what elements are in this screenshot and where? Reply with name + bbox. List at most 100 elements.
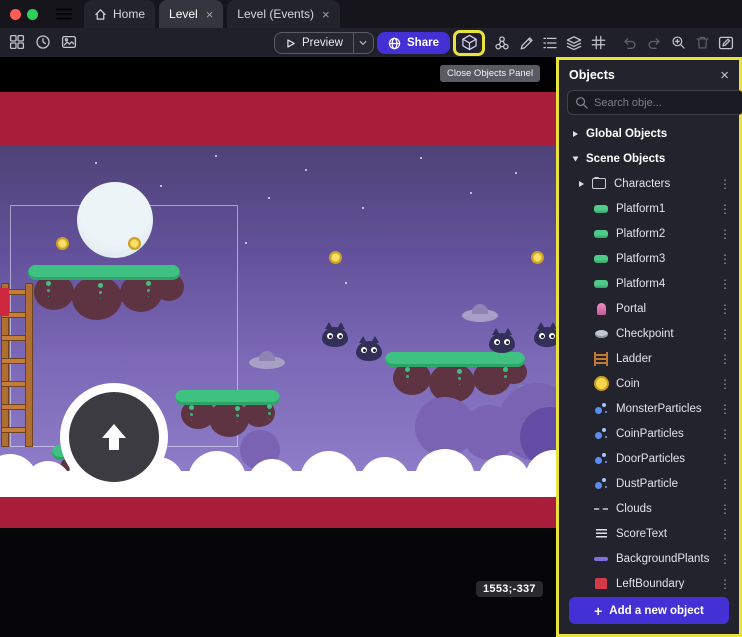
kebab-menu-icon[interactable] — [719, 177, 731, 191]
kebab-menu-icon[interactable] — [719, 427, 731, 441]
moon-sprite — [77, 182, 153, 258]
properties-list-button[interactable] — [539, 32, 561, 54]
object-groups-button[interactable] — [491, 32, 513, 54]
star — [215, 155, 217, 157]
object-label: Characters — [614, 178, 712, 190]
close-icon[interactable] — [720, 68, 729, 83]
kebab-menu-icon[interactable] — [719, 352, 731, 366]
object-label: Coin — [616, 378, 712, 390]
globe-icon — [388, 37, 401, 50]
vine — [46, 281, 51, 286]
maximize-window-button[interactable] — [27, 9, 38, 20]
object-item[interactable]: MonsterParticles — [559, 396, 739, 421]
panel-edit-button[interactable] — [715, 32, 737, 54]
kebab-menu-icon[interactable] — [719, 577, 731, 590]
grass-top — [385, 352, 525, 367]
chevron-right-icon[interactable] — [579, 181, 584, 187]
edit-icon — [519, 35, 534, 50]
object-item[interactable]: Clouds — [559, 496, 739, 521]
monster-sprite — [322, 327, 348, 347]
object-label: ScoreText — [616, 528, 712, 540]
layers-button[interactable] — [563, 32, 585, 54]
preview-label: Preview — [302, 37, 343, 49]
preview-dropdown-button[interactable] — [353, 33, 373, 53]
platform-sprite — [28, 265, 180, 327]
vine — [405, 367, 410, 372]
monster-sprite — [356, 341, 382, 361]
tab-close-icon[interactable] — [322, 8, 330, 21]
toggle-objects-panel-button[interactable] — [453, 30, 485, 56]
history-button[interactable] — [32, 31, 54, 53]
kebab-menu-icon[interactable] — [719, 302, 731, 316]
kebab-menu-icon[interactable] — [719, 252, 731, 266]
object-label: DoorParticles — [616, 453, 712, 465]
kebab-menu-icon[interactable] — [719, 502, 731, 516]
object-icon — [593, 351, 609, 367]
kebab-menu-icon[interactable] — [719, 452, 731, 466]
star — [95, 162, 97, 164]
object-item[interactable]: BackgroundPlants — [559, 546, 739, 571]
objects-cube-icon — [461, 34, 478, 51]
editor-tab[interactable]: Home — [84, 0, 155, 28]
delete-button[interactable] — [691, 32, 713, 54]
object-item[interactable]: Ladder — [559, 346, 739, 371]
title-tab-bar: Home Level Level (Events) — [0, 0, 742, 28]
share-button[interactable]: Share — [377, 32, 450, 54]
monster-eye — [504, 339, 510, 345]
object-item[interactable]: LeftBoundary — [559, 571, 739, 589]
monster-sprite — [489, 333, 515, 353]
close-window-button[interactable] — [10, 9, 21, 20]
scene-canvas[interactable]: 1553;-337 — [0, 57, 556, 637]
zoom-in-icon — [671, 35, 686, 50]
object-item[interactable]: CoinParticles — [559, 421, 739, 446]
kebab-menu-icon[interactable] — [719, 202, 731, 216]
kebab-menu-icon[interactable] — [719, 477, 731, 491]
object-item[interactable]: DustParticle — [559, 471, 739, 496]
object-item[interactable]: Characters — [559, 171, 739, 196]
object-item[interactable]: Checkpoint — [559, 321, 739, 346]
objects-search-box[interactable] — [567, 90, 742, 115]
objects-tree: Global Objects Scene Objects Characters — [559, 121, 739, 589]
object-icon — [593, 226, 609, 242]
object-item[interactable]: ScoreText — [559, 521, 739, 546]
media-button[interactable] — [58, 31, 80, 53]
monster-eye — [327, 333, 333, 339]
object-item[interactable]: Platform4 — [559, 271, 739, 296]
object-item[interactable]: DoorParticles — [559, 446, 739, 471]
object-item[interactable]: Platform1 — [559, 196, 739, 221]
kebab-menu-icon[interactable] — [719, 227, 731, 241]
object-item[interactable]: Portal — [559, 296, 739, 321]
main-menu-button[interactable] — [56, 7, 72, 21]
grid-button[interactable] — [587, 32, 609, 54]
preview-button[interactable]: Preview — [275, 33, 353, 53]
up-arrow-icon — [97, 420, 131, 454]
object-item[interactable]: Platform2 — [559, 221, 739, 246]
object-icon — [593, 401, 609, 417]
kebab-menu-icon[interactable] — [719, 377, 731, 391]
redo-button[interactable] — [643, 32, 665, 54]
object-item[interactable]: Platform3 — [559, 246, 739, 271]
object-item[interactable]: Coin — [559, 371, 739, 396]
editor-tab[interactable]: Level — [159, 0, 223, 28]
tab-close-icon[interactable] — [206, 8, 214, 21]
tab-label: Level (Events) — [237, 7, 314, 21]
zoom-in-button[interactable] — [667, 32, 689, 54]
group-scene-objects[interactable]: Scene Objects — [559, 146, 739, 171]
object-icon — [593, 526, 609, 542]
edit-button[interactable] — [515, 32, 537, 54]
add-new-object-button[interactable]: Add a new object — [569, 597, 729, 624]
search-input[interactable] — [594, 97, 736, 109]
undo-icon — [622, 35, 638, 51]
layout-panels-button[interactable] — [6, 31, 28, 53]
kebab-menu-icon[interactable] — [719, 277, 731, 291]
kebab-menu-icon[interactable] — [719, 327, 731, 341]
kebab-menu-icon[interactable] — [719, 552, 731, 566]
undo-button[interactable] — [619, 32, 641, 54]
star — [305, 169, 307, 171]
object-icon — [591, 176, 607, 192]
kebab-menu-icon[interactable] — [719, 527, 731, 541]
editor-tab[interactable]: Level (Events) — [227, 0, 339, 28]
group-global-objects[interactable]: Global Objects — [559, 121, 739, 146]
kebab-menu-icon[interactable] — [719, 402, 731, 416]
object-icon — [593, 576, 609, 590]
